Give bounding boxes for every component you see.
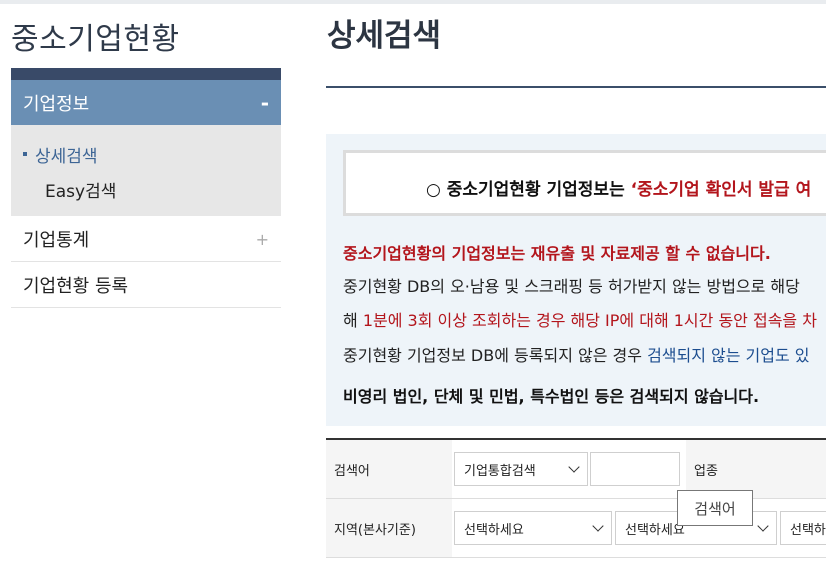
collapse-icon: -	[260, 90, 269, 115]
sidebar-title: 중소기업현황	[11, 22, 180, 57]
keyword-input[interactable]	[590, 452, 680, 486]
menu-item-label: 기업현황 등록	[23, 276, 129, 297]
submenu	[11, 125, 281, 216]
notice-highlight-text: ○ 중소기업현황 기업정보는 ‘중소기업 확인서 발급 여	[426, 175, 811, 200]
notice-line-scraping: 중기현황 DB의 오·남용 및 스크래핑 등 허가받지 않는 방법으로 해당	[343, 277, 800, 296]
submenu-item-label: 상세검색	[35, 147, 98, 167]
notice-line-warning: 중소기업현황의 기업정보는 재유출 및 자료제공 할 수 없습니다.	[343, 244, 771, 263]
notice-line-nonprofit: 비영리 법인, 단체 및 민법, 특수법인 등은 검색되지 않습니다.	[343, 387, 760, 406]
notice-text-red: 1분에 3회 이상 조회하는 경우 해당 IP에 대해 1시간 동안 접속을 차	[362, 311, 817, 330]
title-divider	[326, 86, 826, 88]
submenu-item-easy-search[interactable]: Easy검색	[45, 177, 116, 202]
search-type-select[interactable]: 기업통합검색	[454, 452, 588, 486]
sidebar-accent-bar	[11, 68, 281, 80]
menu-item-company-info[interactable]: 기업정보 -	[11, 80, 281, 125]
bullet-icon	[23, 152, 27, 156]
select-value: 선택하세요	[625, 522, 685, 538]
menu-item-label: 기업통계	[23, 230, 90, 251]
notice-line-db: 중기현황 기업정보 DB에 등록되지 않은 경우 검색되지 않는 기업도 있	[343, 342, 810, 366]
row-label-keyword: 검색어	[326, 440, 452, 498]
chevron-down-icon	[757, 520, 769, 532]
chevron-down-icon	[592, 520, 604, 532]
page-title: 상세검색	[327, 18, 442, 54]
notice-text: 해	[343, 311, 363, 330]
notice-highlight-red: ‘중소기업 확인서 발급 여	[630, 180, 812, 200]
expand-icon: +	[255, 229, 269, 249]
submenu-item-label: Easy검색	[45, 182, 117, 202]
select-value: 기업통합검색	[464, 463, 536, 479]
top-border	[0, 0, 826, 4]
region-select-1[interactable]: 선택하세요	[454, 511, 612, 545]
menu-item-label: 기업정보	[23, 93, 90, 115]
notice-highlight-prefix: ○ 중소기업현황 기업정보는	[426, 180, 631, 200]
row-label-region: 지역(본사기준)	[326, 499, 452, 557]
notice-highlight-box: ○ 중소기업현황 기업정보는 ‘중소기업 확인서 발급 여	[343, 150, 826, 216]
notice-panel: ○ 중소기업현황 기업정보는 ‘중소기업 확인서 발급 여 중소기업현황의 기업…	[326, 134, 826, 426]
notice-line-ip-limit: 해 1분에 3회 이상 조회하는 경우 해당 IP에 대해 1시간 동안 접속을…	[343, 307, 817, 331]
notice-text-blue: 검색되지 않는 기업도 있	[647, 346, 810, 365]
menu-item-company-stats[interactable]: 기업통계 +	[11, 217, 281, 262]
chevron-down-icon	[568, 461, 580, 473]
input-tooltip: 검색어	[677, 490, 753, 526]
notice-text: 중기현황 기업정보 DB에 등록되지 않은 경우	[343, 346, 648, 365]
submenu-item-detail-search[interactable]: 상세검색	[23, 142, 98, 167]
select-value: 선택하세요	[464, 522, 524, 538]
select-value: 선택하세요	[790, 522, 826, 538]
region-select-3[interactable]: 선택하세요	[780, 511, 826, 545]
menu-item-company-register[interactable]: 기업현황 등록	[11, 263, 281, 308]
